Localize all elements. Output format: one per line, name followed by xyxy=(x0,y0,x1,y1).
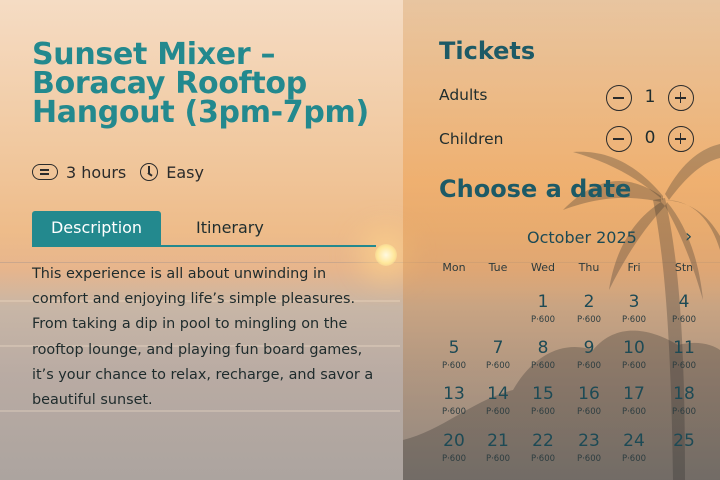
day-price: P·600 xyxy=(485,407,511,417)
day-price: P·600 xyxy=(530,315,556,325)
calendar-day[interactable]: 21 P·600 xyxy=(475,431,521,471)
calendar-day[interactable]: 25 xyxy=(661,431,707,471)
experience-panel: Sunset Mixer – Boracay Rooftop Hangout (… xyxy=(0,0,403,480)
duration-icon xyxy=(32,164,58,180)
calendar-day[interactable]: 10 P·600 xyxy=(611,338,657,378)
day-number: 5 xyxy=(448,338,460,358)
minus-icon xyxy=(613,97,624,99)
calendar-day[interactable]: 24 P·600 xyxy=(611,431,657,471)
day-price: P·600 xyxy=(576,315,602,325)
calendar-day[interactable]: 23 P·600 xyxy=(566,431,612,471)
calendar-day[interactable]: 17 P·600 xyxy=(611,384,657,424)
calendar-day[interactable]: 15 P·600 xyxy=(520,384,566,424)
day-number: 23 xyxy=(578,431,600,451)
day-number: 17 xyxy=(623,384,645,404)
weekday-label: Fri xyxy=(627,261,641,274)
day-price: P·600 xyxy=(671,407,697,417)
calendar-day[interactable]: 16 P·600 xyxy=(566,384,612,424)
day-number: 18 xyxy=(673,384,695,404)
day-number: 22 xyxy=(532,431,554,451)
weekday-label: Mon xyxy=(442,261,466,274)
calendar-day[interactable]: 13 P·600 xyxy=(431,384,477,424)
difficulty-text: Easy xyxy=(166,162,204,182)
day-number: 8 xyxy=(537,338,549,358)
children-decrement-button[interactable] xyxy=(606,126,632,152)
calendar-day[interactable]: 7 P·600 xyxy=(475,338,521,378)
calendar-day[interactable]: 22 P·600 xyxy=(520,431,566,471)
day-number: 15 xyxy=(532,384,554,404)
day-number: 1 xyxy=(537,292,549,312)
calendar-day[interactable]: 14 P·600 xyxy=(475,384,521,424)
day-price: P·600 xyxy=(671,361,697,371)
day-price: P·600 xyxy=(576,407,602,417)
tickets-heading: Tickets xyxy=(439,37,536,65)
day-number: 25 xyxy=(673,431,695,451)
day-number: 24 xyxy=(623,431,645,451)
calendar-day[interactable]: 9 P·600 xyxy=(566,338,612,378)
day-price: P·600 xyxy=(530,407,556,417)
calendar-day[interactable]: 2 P·600 xyxy=(566,292,612,332)
calendar-day[interactable]: 11 P·600 xyxy=(661,338,707,378)
day-number: 4 xyxy=(678,292,690,312)
day-number: 13 xyxy=(443,384,465,404)
day-number: 9 xyxy=(583,338,595,358)
children-label: Children xyxy=(439,130,504,148)
day-number: 21 xyxy=(487,431,509,451)
day-price: P·600 xyxy=(530,361,556,371)
experience-title: Sunset Mixer – Boracay Rooftop Hangout (… xyxy=(32,37,369,130)
children-increment-button[interactable] xyxy=(668,126,694,152)
duration-text: 3 hours xyxy=(66,162,127,182)
day-price: P·600 xyxy=(621,454,647,464)
weekday-label: Stn xyxy=(674,261,694,274)
day-price: P·600 xyxy=(621,361,647,371)
day-price: P·600 xyxy=(621,407,647,417)
calendar-day[interactable]: 20 P·600 xyxy=(431,431,477,471)
day-number: 3 xyxy=(628,292,640,312)
children-count: 0 xyxy=(644,128,656,148)
adults-count: 1 xyxy=(644,87,656,107)
day-number: 16 xyxy=(578,384,600,404)
clock-icon xyxy=(140,163,159,181)
adults-decrement-button[interactable] xyxy=(606,85,632,111)
day-price: P·600 xyxy=(530,454,556,464)
day-number: 11 xyxy=(673,338,695,358)
booking-panel: Tickets Adults 1 Children 0 Choose a dat… xyxy=(403,0,720,480)
day-price: P·600 xyxy=(621,315,647,325)
day-number: 10 xyxy=(623,338,645,358)
day-price: P·600 xyxy=(485,454,511,464)
day-price: P·600 xyxy=(576,361,602,371)
calendar-day[interactable]: 4 P·600 xyxy=(661,292,707,332)
day-number: 2 xyxy=(583,292,595,312)
day-price: P·600 xyxy=(671,315,697,325)
weekday-label: Tue xyxy=(488,261,508,274)
choose-date-heading: Choose a date xyxy=(439,175,632,203)
day-number: 20 xyxy=(443,431,465,451)
calendar-month: October 2025 xyxy=(527,228,637,247)
calendar-day[interactable]: 1 P·600 xyxy=(520,292,566,332)
day-price: P·600 xyxy=(441,407,467,417)
day-price: P·600 xyxy=(441,454,467,464)
day-number: 14 xyxy=(487,384,509,404)
description-text: This experience is all about unwinding i… xyxy=(32,266,374,409)
minus-icon xyxy=(613,138,624,140)
tab-description[interactable]: Description xyxy=(32,211,161,245)
adults-increment-button[interactable] xyxy=(668,85,694,111)
day-price: P·600 xyxy=(485,361,511,371)
tab-bar: Description Itinerary xyxy=(32,211,376,247)
weekday-label: Wed xyxy=(531,261,555,274)
chevron-right-icon[interactable]: › xyxy=(685,226,692,247)
day-price: P·600 xyxy=(576,454,602,464)
day-number: 7 xyxy=(492,338,504,358)
calendar-day[interactable]: 3 P·600 xyxy=(611,292,657,332)
calendar-day[interactable]: 5 P·600 xyxy=(431,338,477,378)
experience-meta: 3 hours Easy xyxy=(32,162,204,182)
calendar-day[interactable]: 8 P·600 xyxy=(520,338,566,378)
day-price: P·600 xyxy=(441,361,467,371)
weekday-label: Thu xyxy=(578,261,600,274)
calendar-day[interactable]: 18 P·600 xyxy=(661,384,707,424)
adults-label: Adults xyxy=(439,86,488,104)
tab-itinerary[interactable]: Itinerary xyxy=(196,211,264,245)
